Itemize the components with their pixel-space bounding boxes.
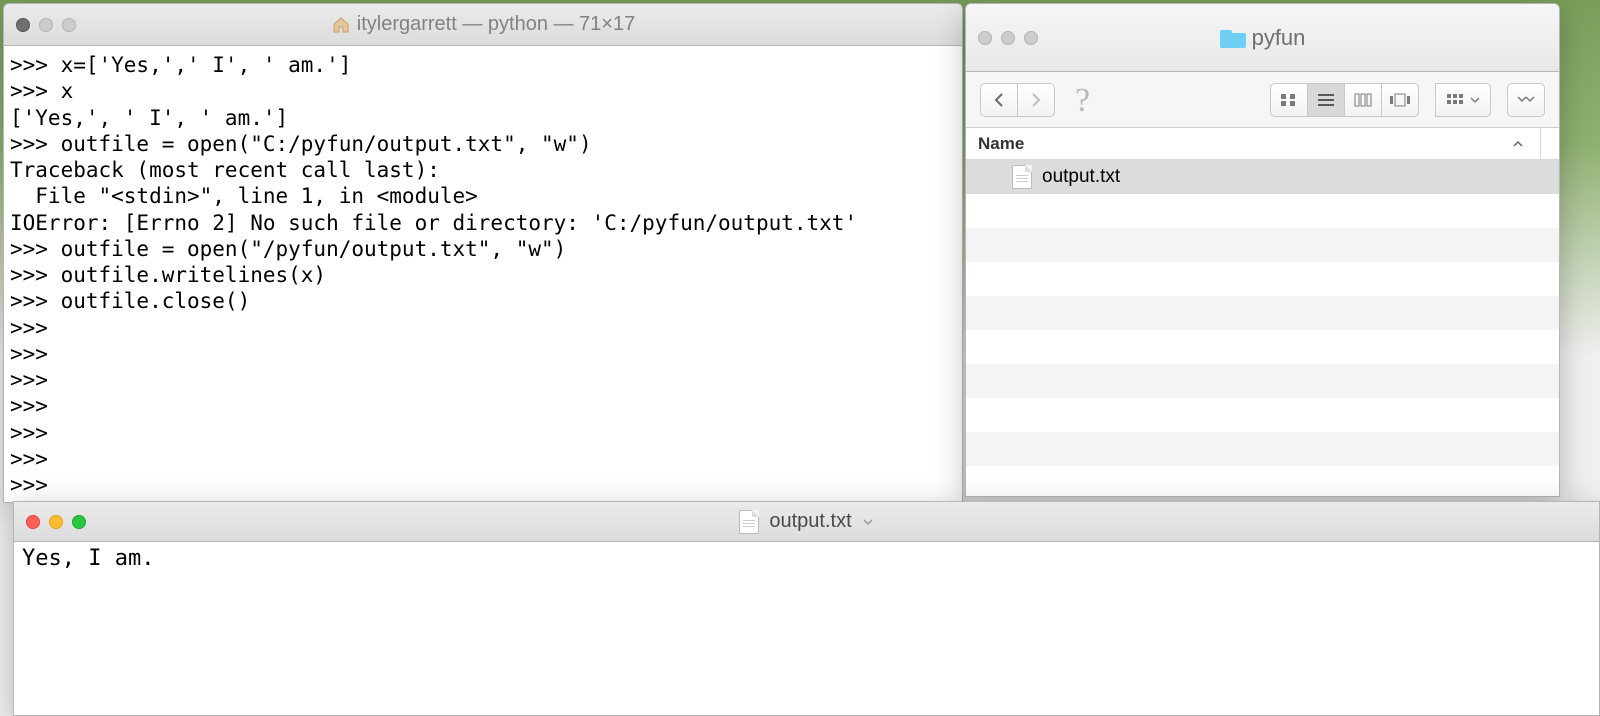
nav-group — [980, 83, 1055, 117]
editor-title-text: output.txt — [769, 510, 851, 533]
terminal-window: itylergarrett — python — 71×17 >>> x=['Y… — [3, 3, 963, 503]
editor-titlebar[interactable]: output.txt — [14, 502, 1599, 542]
empty-row — [966, 194, 1559, 228]
terminal-title: itylergarrett — python — 71×17 — [4, 13, 962, 36]
file-row[interactable]: output.txt — [966, 160, 1559, 194]
finder-title: pyfun — [966, 25, 1559, 51]
file-list[interactable]: output.txt — [966, 160, 1559, 496]
file-name: output.txt — [1042, 166, 1120, 188]
back-button[interactable] — [980, 83, 1018, 117]
arrange-button[interactable] — [1435, 83, 1491, 117]
folder-icon — [1220, 28, 1246, 48]
home-icon — [331, 15, 351, 35]
empty-row — [966, 262, 1559, 296]
column-name[interactable]: Name — [966, 134, 1512, 154]
zoom-button[interactable] — [1024, 31, 1038, 45]
finder-title-text: pyfun — [1252, 25, 1306, 51]
terminal-titlebar[interactable]: itylergarrett — python — 71×17 — [4, 4, 962, 46]
more-button[interactable] — [1507, 83, 1545, 117]
forward-button[interactable] — [1017, 83, 1055, 117]
traffic-lights — [16, 18, 76, 32]
minimize-button[interactable] — [1001, 31, 1015, 45]
finder-titlebar[interactable]: pyfun — [966, 4, 1559, 72]
svg-text:?: ? — [1075, 82, 1090, 119]
empty-row — [966, 228, 1559, 262]
document-icon — [739, 510, 759, 534]
empty-row — [966, 296, 1559, 330]
help-icon[interactable]: ? — [1071, 81, 1099, 119]
close-button[interactable] — [26, 515, 40, 529]
finder-toolbar: ? — [966, 72, 1559, 128]
close-button[interactable] — [978, 31, 992, 45]
chevron-down-icon[interactable] — [862, 517, 874, 527]
list-header[interactable]: Name — [966, 128, 1559, 160]
editor-window: output.txt Yes, I am. — [13, 501, 1600, 716]
list-view-button[interactable] — [1307, 83, 1345, 117]
document-icon — [1012, 165, 1032, 189]
empty-row — [966, 398, 1559, 432]
terminal-output[interactable]: >>> x=['Yes,',' I', ' am.'] >>> x ['Yes,… — [4, 46, 962, 502]
zoom-button[interactable] — [72, 515, 86, 529]
column-view-button[interactable] — [1344, 83, 1382, 117]
terminal-title-text: itylergarrett — python — 71×17 — [357, 13, 635, 36]
close-button[interactable] — [16, 18, 30, 32]
empty-row — [966, 330, 1559, 364]
sort-indicator — [1512, 139, 1524, 149]
empty-row — [966, 364, 1559, 398]
view-group — [1270, 83, 1419, 117]
icon-view-button[interactable] — [1270, 83, 1308, 117]
traffic-lights — [26, 515, 86, 529]
empty-row — [966, 432, 1559, 466]
coverflow-view-button[interactable] — [1381, 83, 1419, 117]
minimize-button[interactable] — [49, 515, 63, 529]
editor-content[interactable]: Yes, I am. — [14, 542, 1599, 715]
finder-window: pyfun ? — [965, 3, 1560, 497]
arrange-group — [1435, 83, 1491, 117]
zoom-button[interactable] — [62, 18, 76, 32]
traffic-lights — [978, 31, 1038, 45]
editor-title: output.txt — [14, 510, 1599, 534]
minimize-button[interactable] — [39, 18, 53, 32]
